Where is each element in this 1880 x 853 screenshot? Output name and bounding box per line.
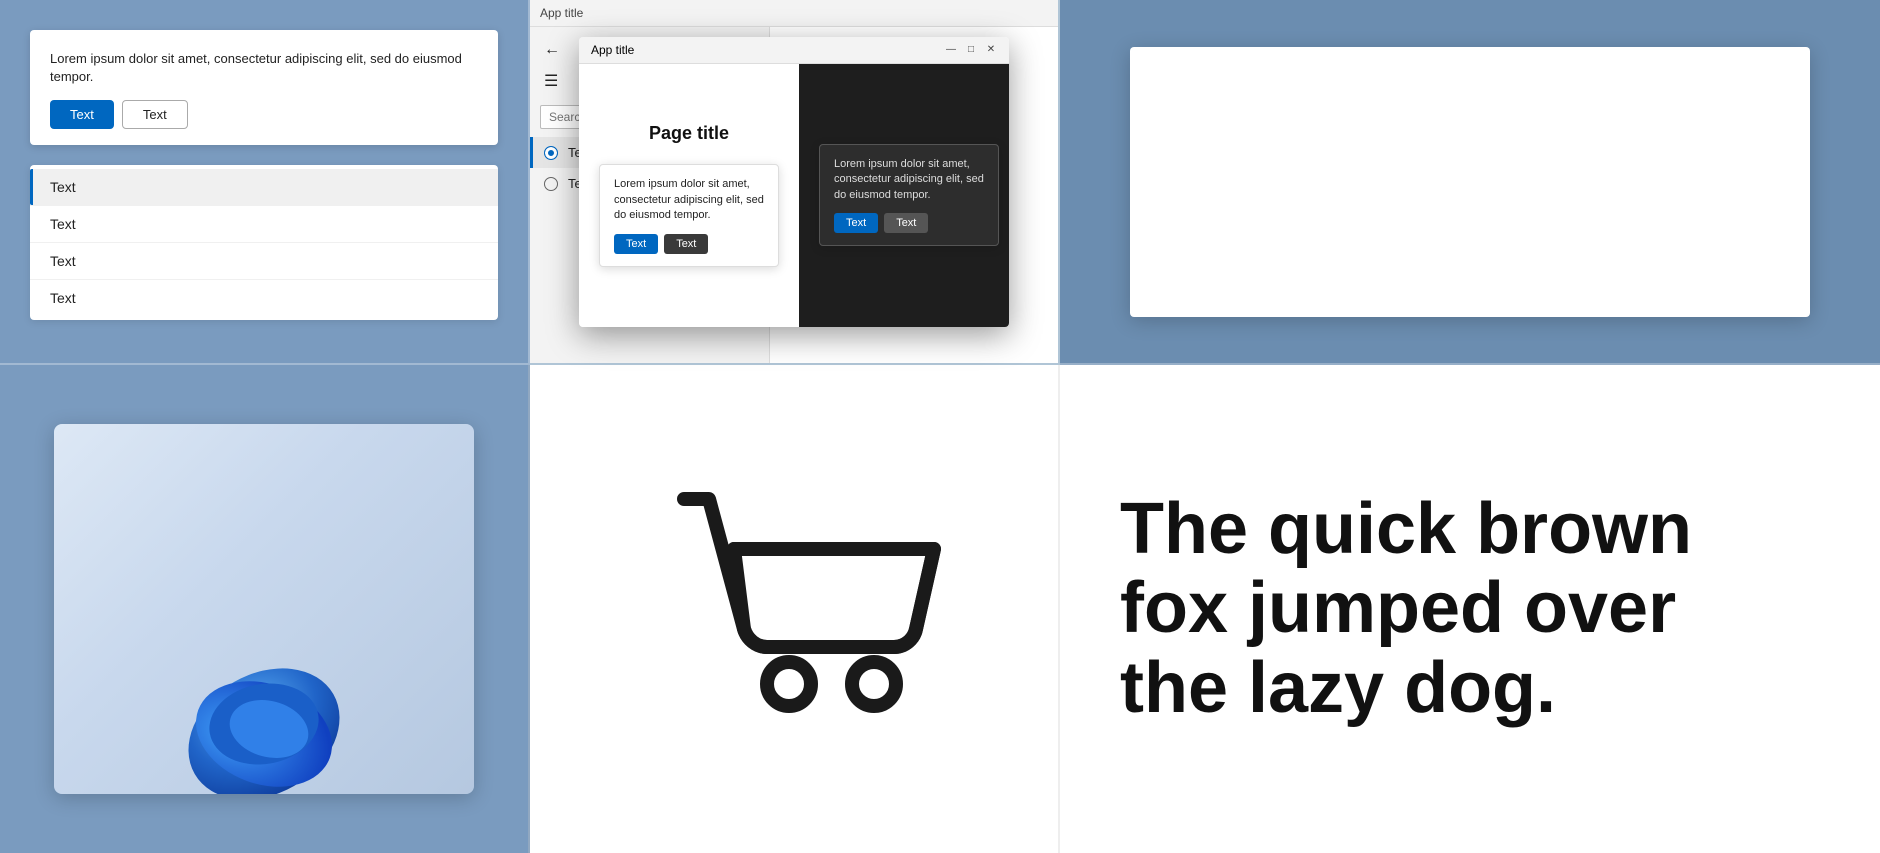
shopping-cart-icon	[644, 469, 944, 749]
edge-logo-icon	[164, 614, 364, 794]
dialog-box: Lorem ipsum dolor sit amet, consectetur …	[30, 30, 498, 145]
nav-item-2[interactable]: Text	[530, 168, 769, 199]
sidebar: ← ☰ 🔍 Text Text	[530, 27, 770, 363]
search-input[interactable]	[549, 110, 735, 124]
app-shell: App title ← ☰ 🔍 Text Text	[530, 0, 1058, 363]
page-title: Page title	[790, 47, 1038, 73]
window-frame	[1130, 47, 1810, 317]
radio-button	[544, 177, 558, 191]
dialog-primary-button[interactable]: Text	[50, 100, 114, 129]
app-titlebar: App title	[530, 0, 1058, 27]
cell-bottom-middle	[530, 365, 1060, 853]
list-item[interactable]: Text	[30, 280, 498, 316]
cell-bottom-left	[0, 365, 530, 853]
nav-label-1: Text	[568, 145, 592, 160]
cell-top-right	[1060, 0, 1880, 365]
cell-bottom-right: The quick brown fox jumped over the lazy…	[1060, 365, 1880, 853]
cart-icon-container	[644, 469, 944, 749]
back-button[interactable]: ←	[530, 35, 769, 65]
app-body: ← ☰ 🔍 Text Text Page	[530, 27, 1058, 363]
app-title: App title	[540, 6, 583, 20]
radio-button-active	[544, 146, 558, 160]
list-item[interactable]: Text	[30, 169, 498, 206]
search-box[interactable]: 🔍	[540, 105, 759, 129]
dialog-secondary-button[interactable]: Text	[122, 100, 188, 129]
nav-label-2: Text	[568, 176, 592, 191]
hamburger-icon[interactable]: ☰	[530, 65, 769, 97]
cell-top-left: Lorem ipsum dolor sit amet, consectetur …	[0, 0, 530, 365]
tagline-text: The quick brown fox jumped over the lazy…	[1120, 490, 1720, 728]
nav-item-1[interactable]: Text	[530, 137, 769, 168]
list-item[interactable]: Text	[30, 206, 498, 243]
cell-top-middle: App title ← ☰ 🔍 Text Text	[530, 0, 1060, 365]
list-panel: Text Text Text Text	[30, 165, 498, 320]
dialog-body-text: Lorem ipsum dolor sit amet, consectetur …	[50, 50, 478, 86]
browser-preview	[54, 424, 474, 794]
dialog-button-row: Text Text	[50, 100, 478, 129]
list-item[interactable]: Text	[30, 243, 498, 280]
search-icon: 🔍	[735, 110, 750, 124]
main-content: Page title	[770, 27, 1058, 363]
